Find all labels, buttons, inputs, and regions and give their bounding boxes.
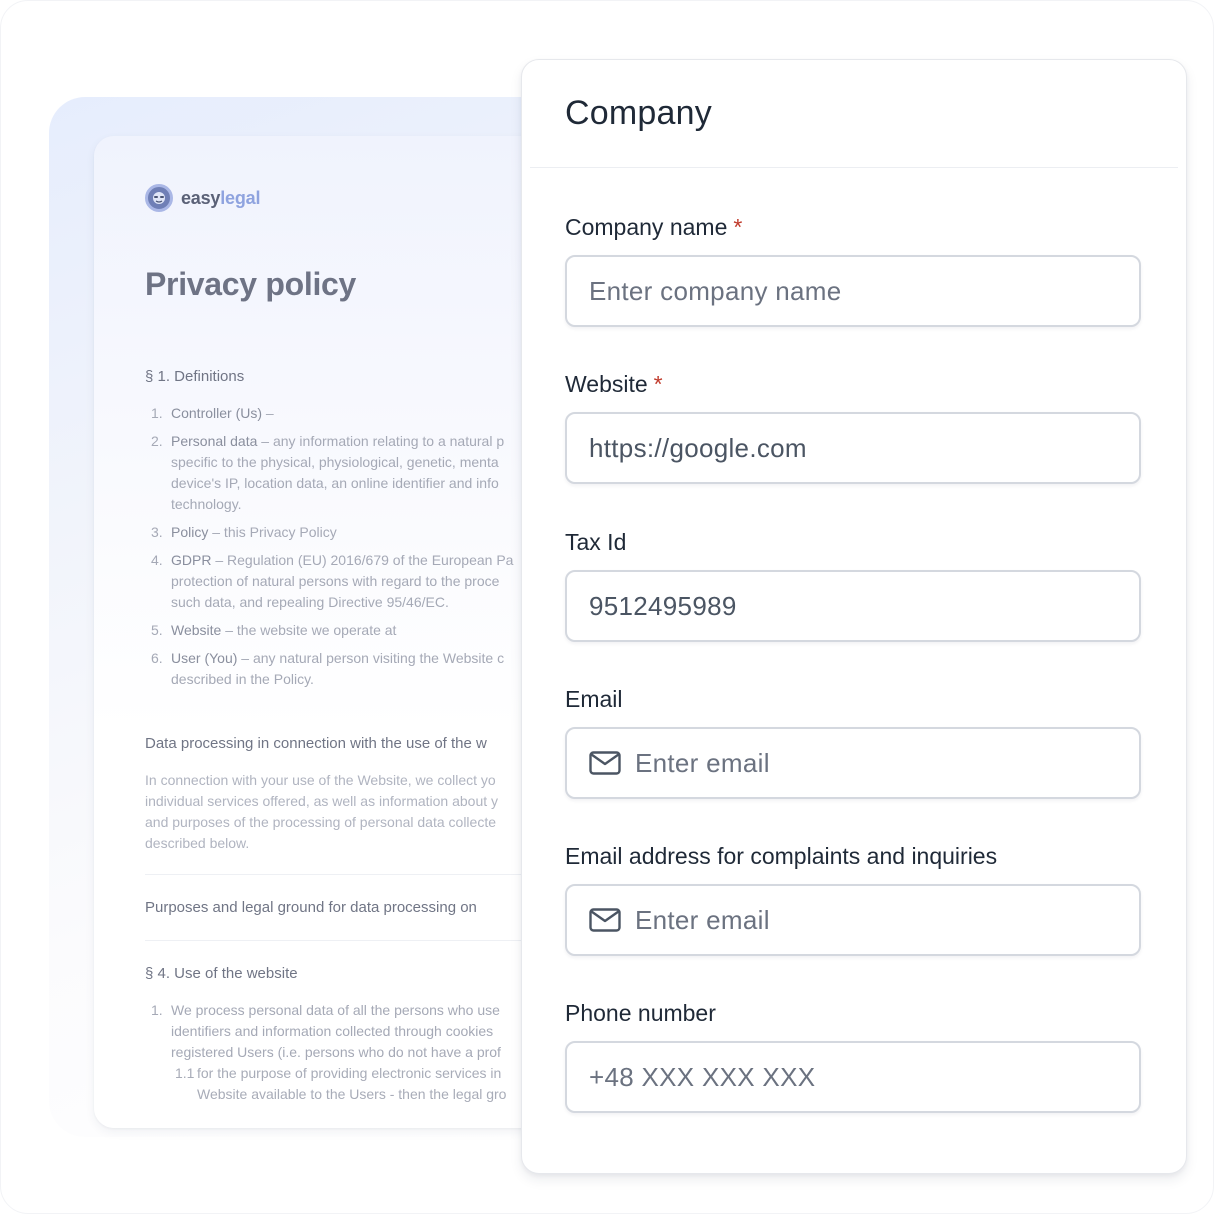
section-3-heading: Purposes and legal ground for data proce… — [145, 899, 477, 916]
company-name-label: Company name * — [565, 212, 1141, 242]
definition-term: Policy — [171, 524, 209, 540]
definition-term: GDPR — [171, 552, 212, 568]
paragraph-line: registered Users (i.e. persons who do no… — [171, 1044, 501, 1060]
list-item: 4. GDPR – Regulation (EU) 2016/679 of the… — [151, 550, 571, 613]
definition-text: specific to the physical, physiological,… — [171, 454, 499, 470]
definitions-list: 1. Controller (Us) – 2. Personal data – an… — [151, 403, 571, 697]
form-title: Company — [565, 94, 712, 132]
definition-text: – any information relating to a natural … — [257, 433, 505, 449]
list-number: 2. — [151, 433, 163, 449]
brand-name: easylegal — [181, 188, 260, 209]
phone-label: Phone number — [565, 1000, 716, 1026]
paragraph-line: identifiers and information collected th… — [171, 1023, 494, 1039]
list-item: 6. User (You) – any natural person visiti… — [151, 648, 571, 690]
complaints-email-field: Email address for complaints and inquiri… — [565, 841, 1141, 956]
document-title: Privacy policy — [145, 266, 357, 302]
section-2-heading: Data processing in connection with the u… — [145, 735, 487, 752]
company-name-input[interactable] — [589, 275, 1139, 307]
definition-text: – Regulation (EU) 2016/679 of the Europe… — [211, 552, 514, 568]
definition-text: protection of natural persons with regar… — [171, 573, 500, 589]
list-item: 1. We process personal data of all the pe… — [151, 1000, 571, 1063]
section-1-heading: § 1. Definitions — [145, 368, 245, 385]
paragraph-line: In connection with your use of the Websi… — [145, 772, 496, 788]
website-input-box — [565, 412, 1141, 484]
paragraph-line: Website available to the Users - then th… — [197, 1086, 507, 1102]
required-asterisk: * — [733, 214, 743, 240]
phone-input[interactable] — [589, 1061, 1139, 1093]
website-label: Website * — [565, 369, 1141, 399]
list-item: 5. Website – the website we operate at — [151, 620, 571, 641]
paragraph-line: for the purpose of providing electronic … — [197, 1065, 502, 1081]
email-input[interactable] — [635, 747, 1139, 779]
definition-text: – — [262, 405, 274, 421]
label-text: Company name — [565, 214, 728, 240]
list-item: 3. Policy – this Privacy Policy — [151, 522, 571, 543]
form-header: Company — [530, 60, 1178, 168]
section-4-heading: § 4. Use of the website — [145, 965, 298, 982]
section-divider — [145, 940, 565, 941]
privacy-policy-document: easylegal Privacy policy § 1. Definition… — [94, 136, 574, 1128]
email-label: Email — [565, 686, 623, 712]
tax-id-field: Tax Id — [565, 527, 1141, 642]
website-field: Website * — [565, 369, 1141, 484]
list-number: 1. — [151, 1002, 163, 1018]
label-text: Website — [565, 371, 648, 397]
brand-logo: easylegal — [145, 184, 260, 212]
email-input-box — [565, 727, 1141, 799]
definition-text: – this Privacy Policy — [208, 524, 337, 540]
definition-text: – any natural person visiting the Websit… — [237, 650, 505, 666]
brand-accent: legal — [220, 187, 261, 208]
email-field: Email — [565, 684, 1141, 799]
mail-icon — [589, 908, 621, 932]
tax-id-input[interactable] — [589, 590, 1139, 622]
brand-primary: easy — [181, 187, 221, 208]
phone-input-box — [565, 1041, 1141, 1113]
definition-term: User (You) — [171, 650, 238, 666]
sublist-item: 1.1 for the purpose of providing electron… — [175, 1063, 506, 1105]
logo-icon — [145, 184, 173, 212]
required-asterisk: * — [653, 371, 663, 397]
complaints-email-input[interactable] — [635, 904, 1139, 936]
definition-text: described in the Policy. — [171, 671, 314, 687]
phone-field: Phone number — [565, 998, 1141, 1113]
tax-id-label: Tax Id — [565, 529, 627, 555]
tax-id-input-box — [565, 570, 1141, 642]
list-number: 4. — [151, 552, 163, 568]
company-form-card: Company Company name* Website* Tax Id Em… — [521, 59, 1187, 1174]
definition-term: Controller (Us) — [171, 405, 263, 421]
definition-text: device's IP, location data, an online id… — [171, 475, 499, 491]
paragraph-line: described below. — [145, 835, 250, 851]
website-input[interactable] — [589, 432, 1139, 464]
definition-text: technology. — [171, 496, 242, 512]
definition-term: Personal data — [171, 433, 258, 449]
paragraph-line: and purposes of the processing of person… — [145, 814, 497, 830]
paragraph-line: individual services offered, as well as … — [145, 793, 499, 809]
complaints-email-label: Email address for complaints and inquiri… — [565, 843, 998, 869]
section-4-list: 1. We process personal data of all the pe… — [151, 1000, 571, 1070]
definition-text: – the website we operate at — [221, 622, 397, 638]
company-name-field: Company name * — [565, 212, 1141, 327]
list-item: 2. Personal data – any information relati… — [151, 431, 571, 515]
section-divider — [145, 874, 565, 875]
mail-icon — [589, 751, 621, 775]
list-number: 3. — [151, 524, 163, 540]
list-number: 6. — [151, 650, 163, 666]
list-item: 1. Controller (Us) – — [151, 403, 571, 424]
paragraph-line: We process personal data of all the pers… — [171, 1002, 500, 1018]
list-number: 1. — [151, 405, 163, 421]
definition-term: Website — [171, 622, 222, 638]
canvas: easylegal Privacy policy § 1. Definition… — [0, 0, 1214, 1214]
complaints-email-input-box — [565, 884, 1141, 956]
company-name-input-box — [565, 255, 1141, 327]
definition-text: such data, and repealing Directive 95/46… — [171, 594, 449, 610]
section-2-paragraph: In connection with your use of the Websi… — [145, 770, 498, 854]
list-number: 1.1 — [175, 1065, 195, 1081]
section-4-sublist: 1.1 for the purpose of providing electron… — [175, 1063, 506, 1105]
list-number: 5. — [151, 622, 163, 638]
